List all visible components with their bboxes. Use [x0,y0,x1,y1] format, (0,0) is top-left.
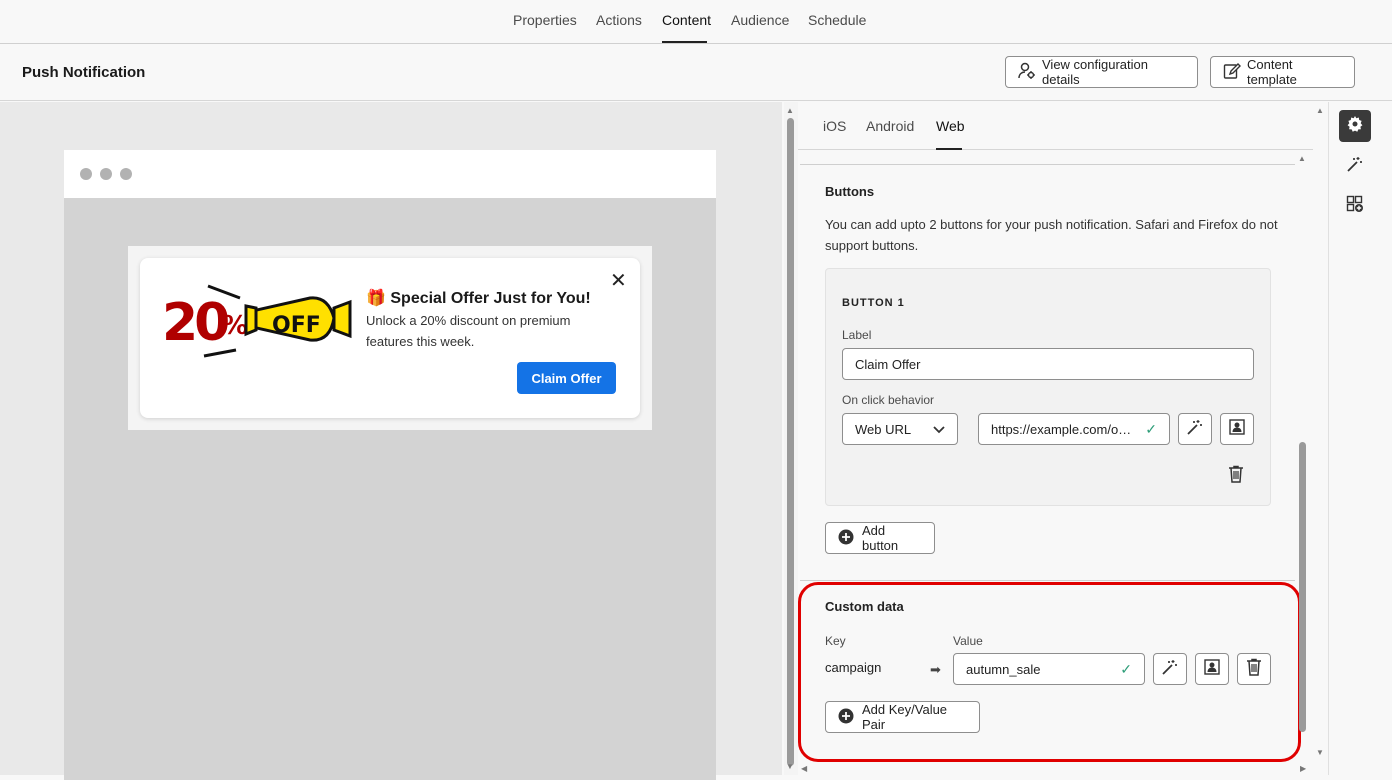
settings-rail-button[interactable] [1339,110,1371,142]
arrow-right-icon: ➡ [930,662,941,677]
personalize-button[interactable] [1178,413,1212,445]
tab-properties[interactable]: Properties [513,12,577,28]
onclick-caption: On click behavior [842,393,935,407]
scroll-up-icon[interactable]: ▲ [1316,106,1324,115]
close-icon[interactable]: ✕ [610,268,627,293]
grid-add-icon [1346,195,1364,218]
valid-check-icon: ✓ [1120,660,1132,677]
platform-tabs: iOS Android Web [798,102,1313,150]
web-url-value: https://example.com/o… [991,421,1132,437]
page-header: Push Notification View configuration det… [0,45,1392,101]
claim-offer-button[interactable]: Claim Offer [517,362,616,394]
browser-title-bar [64,150,716,198]
add-button-label: Add button [862,523,899,553]
window-dot [100,168,112,180]
custom-data-title: Custom data [825,599,904,614]
delete-pair-button[interactable] [1237,653,1271,685]
onclick-behavior-value: Web URL [855,421,912,437]
scrollbar-thumb[interactable] [1299,442,1306,732]
scrollbar-thumb[interactable] [787,118,794,766]
preview-area: 20 % OFF 🎁 Special Offer Just for You! U… [0,102,782,780]
notification-frame: 20 % OFF 🎁 Special Offer Just for You! U… [128,246,652,430]
profile-attribute-button[interactable] [1195,653,1229,685]
active-tab-indicator [662,41,707,43]
scroll-up-icon[interactable]: ▲ [1298,154,1306,163]
profile-icon [1203,658,1221,680]
view-configuration-label: View configuration details [1042,57,1148,87]
scroll-right-icon[interactable]: ▶ [1300,764,1306,773]
profile-attribute-button[interactable] [1220,413,1254,445]
web-url-input[interactable]: https://example.com/o… ✓ [978,413,1170,445]
add-key-value-pair-label: Add Key/Value Pair [862,702,948,732]
value-caption: Value [953,634,983,648]
notification-body: Unlock a 20% discount on premium feature… [366,313,571,349]
add-circle-icon [838,708,854,727]
add-key-value-pair-button[interactable]: Add Key/Value Pair [825,701,980,733]
button-label-value: Claim Offer [855,356,921,372]
custom-data-value: autumn_sale [966,661,1041,677]
edit-template-icon [1223,62,1241,83]
profile-icon [1228,418,1246,440]
key-caption: Key [825,634,846,648]
button-1-heading: BUTTON 1 [842,297,905,309]
tab-android[interactable]: Android [866,118,914,134]
scroll-left-icon[interactable]: ◀ [801,764,807,773]
window-dot [80,168,92,180]
active-platform-indicator [936,148,962,150]
settings-panel: iOS Android Web Buttons You can add upto… [798,102,1313,775]
scroll-down-icon[interactable]: ▼ [786,762,794,771]
top-navigation: Properties Actions Content Audience Sche… [0,0,1392,44]
delete-icon[interactable] [1228,465,1244,488]
magic-wand-icon [1186,418,1204,440]
page-title: Push Notification [22,64,146,81]
tab-actions[interactable]: Actions [596,12,642,28]
tab-web[interactable]: Web [936,118,965,134]
user-settings-icon [1018,62,1036,83]
svg-text:%: % [222,311,248,341]
preview-scrollbar[interactable]: ▲ ▼ [784,102,798,775]
custom-data-key: campaign [825,660,882,675]
onclick-behavior-select[interactable]: Web URL [842,413,958,445]
ai-assistant-rail-button[interactable] [1339,150,1371,182]
scroll-down-icon[interactable]: ▼ [1316,748,1324,757]
buttons-section-title: Buttons [825,184,875,199]
button-1-card: BUTTON 1 Label Claim Offer On click beha… [825,268,1271,506]
svg-text:OFF: OFF [272,313,321,338]
button-label-input[interactable]: Claim Offer [842,348,1254,380]
add-button-button[interactable]: Add button [825,522,935,554]
discount-badge-image: 20 % OFF [160,278,352,358]
content-template-button[interactable]: Content template [1210,56,1355,88]
panel-scrollbar[interactable]: ▲ [1296,150,1308,760]
notification-title: 🎁 Special Offer Just for You! [366,290,591,307]
buttons-description: You can add upto 2 buttons for your push… [825,217,1278,253]
content-template-label: Content template [1247,57,1297,87]
browser-mockup: 20 % OFF 🎁 Special Offer Just for You! U… [64,150,716,780]
right-rail [1328,102,1392,775]
add-fragment-rail-button[interactable] [1339,190,1371,222]
magic-wand-icon [1161,658,1179,680]
magic-wand-icon [1346,155,1364,178]
tab-content[interactable]: Content [662,12,711,28]
window-dot [120,168,132,180]
add-circle-icon [838,529,854,548]
custom-data-value-input[interactable]: autumn_sale ✓ [953,653,1145,685]
valid-check-icon: ✓ [1145,420,1157,437]
tab-audience[interactable]: Audience [731,12,789,28]
divider [800,164,1295,165]
scroll-up-icon[interactable]: ▲ [786,106,794,115]
tab-ios[interactable]: iOS [823,118,846,134]
personalize-button[interactable] [1153,653,1187,685]
gear-icon [1346,115,1364,138]
svg-text:20: 20 [162,293,228,353]
chevron-down-icon [933,422,945,437]
label-caption: Label [842,328,872,342]
tab-schedule[interactable]: Schedule [808,12,866,28]
divider [800,580,1295,581]
delete-icon [1246,658,1262,680]
push-notification-preview: 20 % OFF 🎁 Special Offer Just for You! U… [140,258,640,418]
view-configuration-button[interactable]: View configuration details [1005,56,1198,88]
